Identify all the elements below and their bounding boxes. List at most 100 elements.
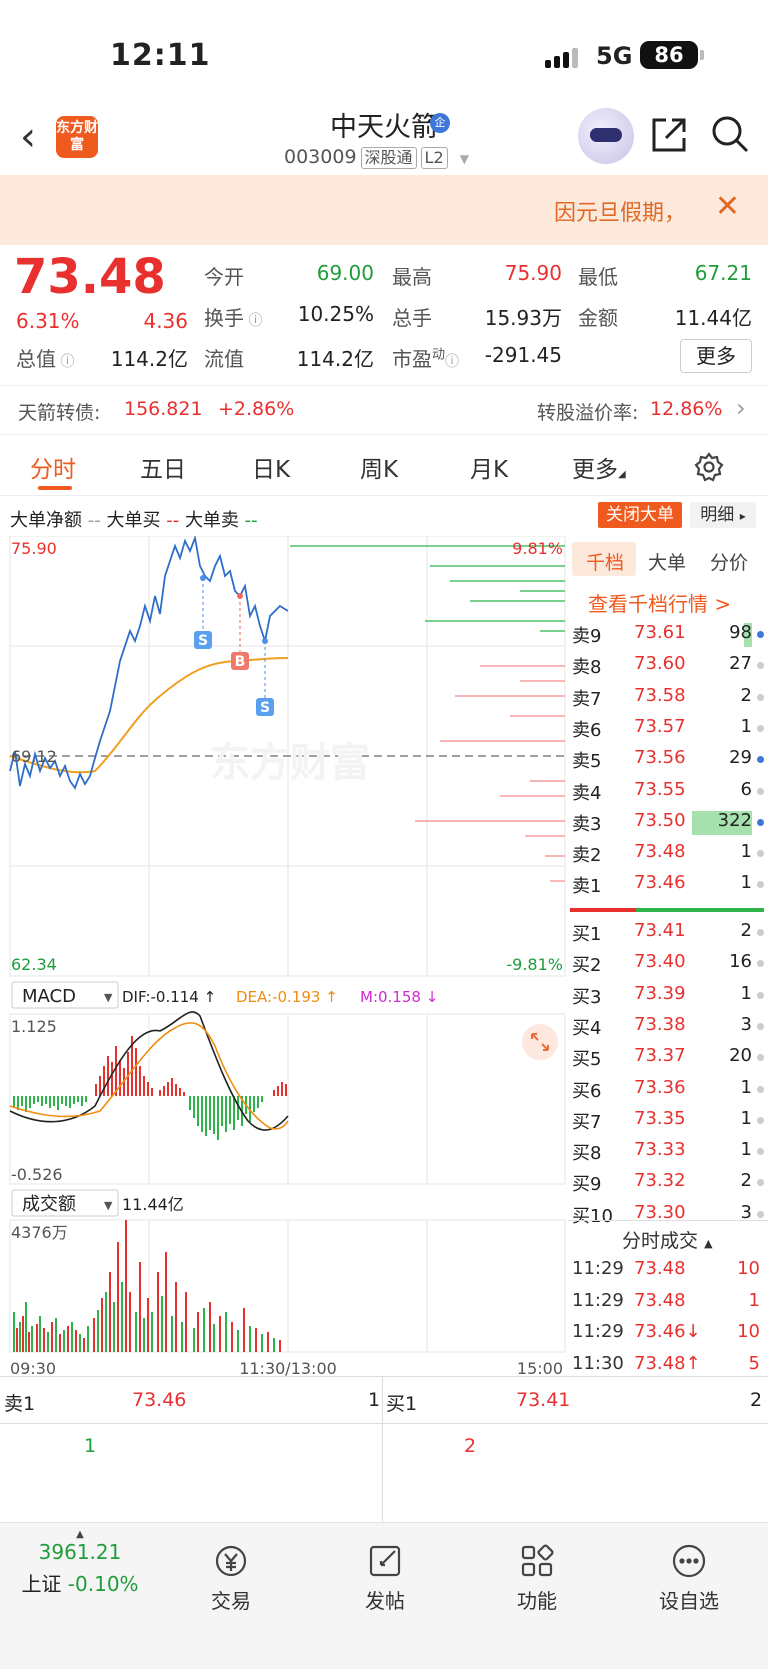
close-icon[interactable]: ✕ bbox=[715, 189, 740, 224]
change-amount: 4.36 bbox=[143, 309, 188, 333]
bid-level-row[interactable]: 买4 73.38 3 bbox=[572, 1014, 764, 1044]
trades-title[interactable]: 分时成交 ▲ bbox=[622, 1226, 713, 1253]
chart-svg[interactable]: 东方财富 S B S 75.90 62.34 69.12 9.81% -9.81… bbox=[0, 536, 568, 1376]
stock-code: 003009 bbox=[284, 146, 357, 168]
sell1-volume: 1 bbox=[368, 1389, 381, 1411]
tab-price-distribution[interactable]: 分价 bbox=[710, 548, 748, 575]
order-dot-icon bbox=[757, 787, 764, 795]
ask-level-row[interactable]: 卖7 73.58 2 bbox=[572, 685, 764, 715]
index-value: 3961.21 bbox=[38, 1540, 122, 1564]
holiday-notice-banner: 因元旦假期， ✕ bbox=[0, 175, 768, 245]
more-button[interactable]: 更多 bbox=[680, 339, 752, 373]
ask-level-row[interactable]: 卖5 73.56 29 bbox=[572, 747, 764, 777]
bid-level-row[interactable]: 买9 73.32 2 bbox=[572, 1170, 764, 1200]
nav-add-watchlist[interactable]: 设自选 bbox=[634, 1533, 744, 1614]
nav-post[interactable]: 发帖 bbox=[330, 1533, 440, 1614]
price-low-label: 62.34 bbox=[11, 955, 57, 974]
ask-price: 73.60 bbox=[634, 653, 686, 675]
svg-text:▼: ▼ bbox=[104, 1199, 113, 1212]
bid-level-row[interactable]: 买2 73.40 16 bbox=[572, 951, 764, 981]
time-end-label: 15:00 bbox=[517, 1359, 563, 1376]
bid-volume: 2 bbox=[740, 920, 752, 941]
low-label: 最低 bbox=[578, 265, 618, 289]
ask-volume: 6 bbox=[740, 778, 752, 800]
order-dot-icon bbox=[757, 1210, 764, 1218]
ask-level-row[interactable]: 卖3 73.50 322 bbox=[572, 810, 764, 840]
buy-queue-value: 2 bbox=[464, 1435, 477, 1457]
bid-level-row[interactable]: 买8 73.33 1 bbox=[572, 1139, 764, 1169]
share-icon[interactable] bbox=[650, 116, 688, 154]
tab-more[interactable]: 更多◢ bbox=[572, 450, 626, 484]
premium-label: 转股溢价率: bbox=[537, 402, 639, 424]
view-thousand-level-link[interactable]: 查看千档行情 > bbox=[588, 588, 731, 617]
tab-big-order[interactable]: 大单 bbox=[648, 548, 686, 575]
ask-level-row[interactable]: 卖9 73.61 98 bbox=[572, 622, 764, 652]
tab-daily-k[interactable]: 日K bbox=[252, 450, 290, 484]
assistant-robot-icon[interactable] bbox=[578, 108, 634, 164]
close-big-order-button[interactable]: 关闭大单 bbox=[598, 502, 682, 528]
price-high-label: 75.90 bbox=[11, 539, 57, 558]
amount-label: 金额 bbox=[578, 306, 618, 330]
ask-level-row[interactable]: 卖8 73.60 27 bbox=[572, 653, 764, 683]
order-dot-icon bbox=[757, 960, 764, 968]
macd-high-label: 1.125 bbox=[11, 1017, 57, 1036]
tab-five-day[interactable]: 五日 bbox=[140, 450, 186, 484]
stock-header: ‹ 东方财富 中天火箭 企 003009 深股通 L2 ▼ bbox=[0, 100, 768, 175]
signal-icon bbox=[545, 48, 578, 68]
bid-volume: 16 bbox=[729, 951, 752, 973]
buy1-price: 73.41 bbox=[516, 1389, 571, 1411]
bid-level-row[interactable]: 买1 73.41 2 bbox=[572, 920, 764, 950]
stock-code-row[interactable]: 003009 深股通 L2 ▼ bbox=[284, 146, 469, 169]
last-price: 73.48 bbox=[14, 249, 166, 305]
nav-functions[interactable]: 功能 bbox=[482, 1533, 592, 1614]
nav-trade[interactable]: 交易 bbox=[176, 1533, 286, 1614]
bid-level-row[interactable]: 买7 73.35 1 bbox=[572, 1108, 764, 1138]
ask-level-row[interactable]: 卖4 73.55 6 bbox=[572, 779, 764, 809]
trade-row: 11:29 73.48 10 bbox=[572, 1258, 764, 1288]
bid-level-row[interactable]: 买3 73.39 1 bbox=[572, 983, 764, 1013]
trade-row: 11:29 73.46↓ 10 bbox=[572, 1321, 764, 1351]
enterprise-badge: 企 bbox=[430, 113, 450, 133]
pe-value: -291.45 bbox=[484, 343, 562, 367]
ask-level-row[interactable]: 卖2 73.48 1 bbox=[572, 841, 764, 871]
tab-intraday[interactable]: 分时 bbox=[30, 450, 76, 484]
more-dots-icon bbox=[672, 1544, 706, 1578]
tab-weekly-k[interactable]: 周K bbox=[360, 450, 398, 484]
svg-text:MACD: MACD bbox=[22, 986, 76, 1007]
ask-level-row[interactable]: 卖1 73.46 1 bbox=[572, 872, 764, 902]
tab-thousand-level[interactable]: 千档 bbox=[586, 548, 624, 575]
status-bar: 12:11 5G 86 bbox=[0, 0, 768, 110]
trade-time: 11:30 bbox=[572, 1352, 624, 1374]
order-dot-icon bbox=[757, 991, 764, 999]
turnover-label: 换手 ⓘ bbox=[204, 306, 263, 330]
order-book-panel: 千档 大单 分价 查看千档行情 > 卖9 73.61 98 卖8 73.60 27 卖7 73… bbox=[568, 540, 768, 1374]
trade-icon bbox=[215, 1545, 247, 1577]
high-label: 最高 bbox=[392, 265, 432, 289]
bid-price: 73.41 bbox=[634, 920, 686, 941]
ask-level-row[interactable]: 卖6 73.57 1 bbox=[572, 716, 764, 746]
search-icon[interactable] bbox=[710, 114, 750, 154]
big-order-legend: 大单净额 -- 大单买 -- 大单卖 -- bbox=[10, 510, 258, 531]
total-value-label: 总值 ⓘ bbox=[16, 347, 75, 371]
bid-level-row[interactable]: 买5 73.37 20 bbox=[572, 1045, 764, 1075]
bid-level-row[interactable]: 买6 73.36 1 bbox=[572, 1077, 764, 1107]
network-type: 5G bbox=[596, 42, 633, 70]
settings-gear-icon[interactable] bbox=[694, 452, 724, 482]
chart-tabs: 分时 五日 日K 周K 月K 更多◢ bbox=[0, 436, 768, 496]
index-ticker[interactable]: ▲ 3961.21 上证 -0.10% bbox=[20, 1529, 140, 1597]
detail-button[interactable]: 明细 ▸ bbox=[690, 502, 756, 528]
order-dot-icon bbox=[757, 1179, 764, 1187]
bid-label: 买5 bbox=[572, 1049, 602, 1071]
bid-volume: 20 bbox=[729, 1045, 752, 1067]
trade-volume: 10 bbox=[737, 1321, 760, 1342]
ask-label: 卖8 bbox=[572, 657, 602, 679]
order-dot-icon bbox=[757, 881, 764, 889]
ask-label: 卖2 bbox=[572, 845, 602, 867]
order-dot-icon bbox=[757, 724, 764, 732]
ask-label: 卖7 bbox=[572, 688, 602, 710]
tab-monthly-k[interactable]: 月K bbox=[470, 450, 508, 484]
svg-text:11.44亿: 11.44亿 bbox=[122, 1195, 184, 1214]
bond-change: +2.86% bbox=[218, 398, 295, 420]
convertible-bond-row[interactable]: 天箭转债: 156.821 +2.86% 转股溢价率: 12.86% › bbox=[0, 385, 768, 435]
ask-volume: 29 bbox=[729, 747, 752, 769]
